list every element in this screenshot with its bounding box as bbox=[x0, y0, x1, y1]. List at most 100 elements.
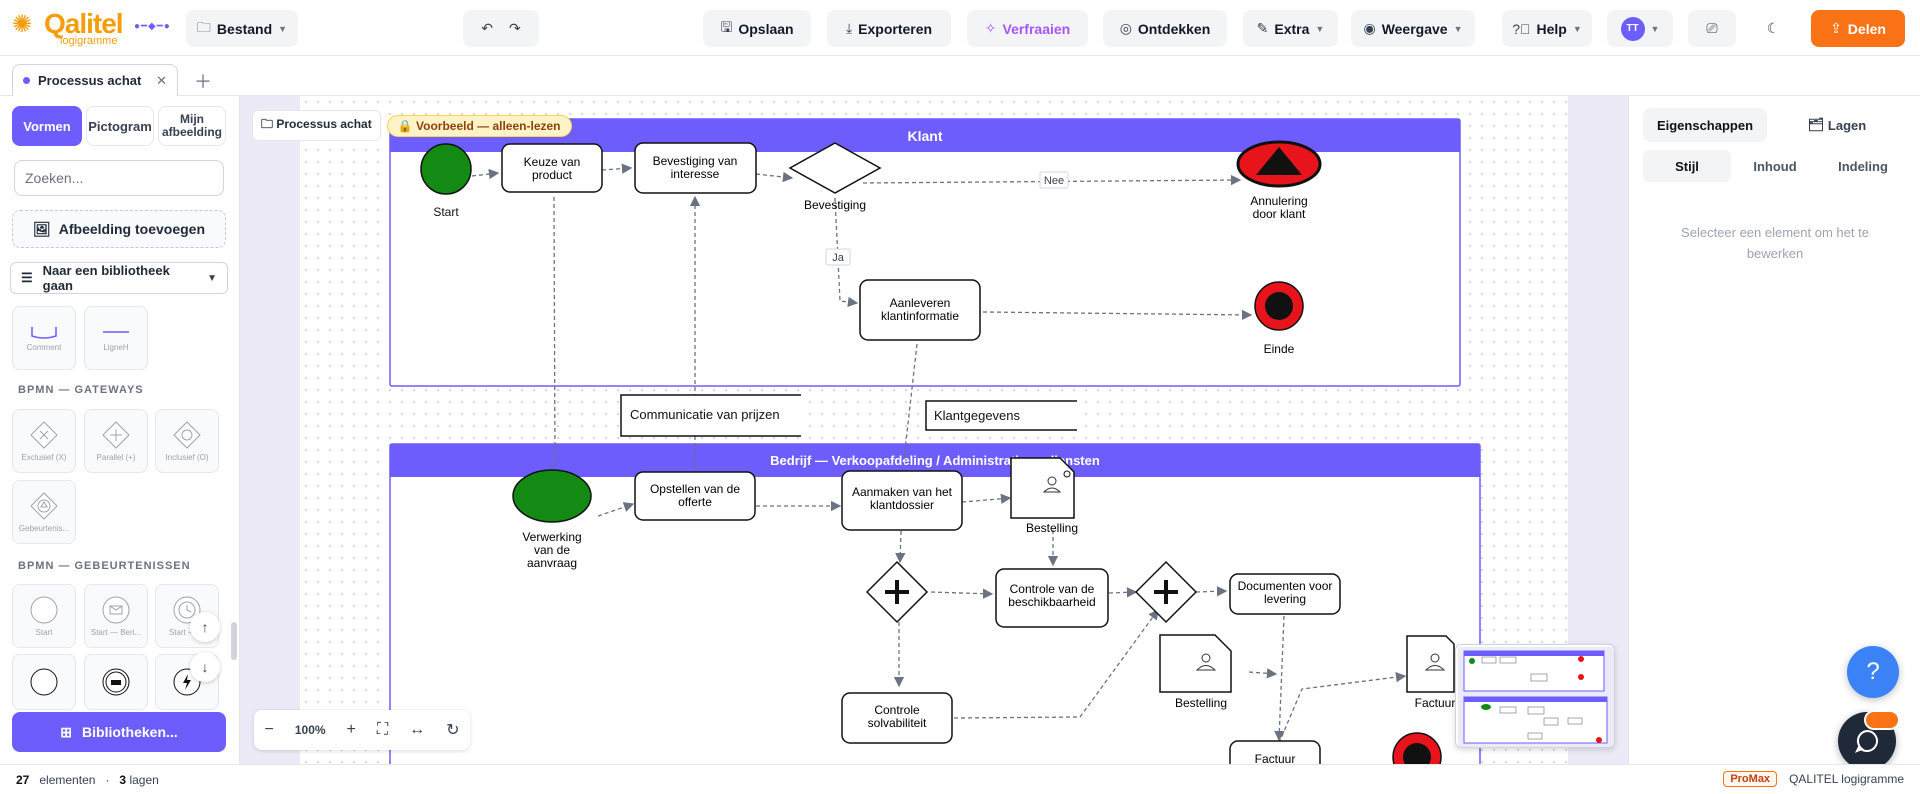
task-prepare-quote[interactable]: Opstellen van de offerte bbox=[634, 471, 756, 521]
help-button[interactable]: ? bbox=[1847, 646, 1899, 698]
tab-my-image[interactable]: Mijn afbeelding bbox=[158, 106, 226, 146]
export-button[interactable]: ⤓ Exporteren bbox=[827, 10, 951, 47]
subtab-layout[interactable]: Indeling bbox=[1819, 150, 1907, 182]
arrow-up-icon: ↑ bbox=[201, 619, 209, 635]
search-input[interactable] bbox=[14, 160, 224, 196]
file-menu-button[interactable]: 🗀 Bestand ▼ bbox=[186, 10, 298, 47]
minimap[interactable] bbox=[1455, 644, 1615, 748]
flow-label-yes-text: Ja bbox=[832, 252, 845, 264]
libraries-button[interactable]: ⊞ Bibliotheken... bbox=[12, 712, 226, 752]
share-button[interactable]: ⇪ Delen bbox=[1811, 10, 1905, 47]
task-label: Controle bbox=[874, 703, 920, 717]
task-delivery-documents[interactable]: Documenten voor levering bbox=[1229, 573, 1341, 615]
fit-screen-icon[interactable]: ⛶ bbox=[377, 721, 388, 739]
shape-event-start-message[interactable]: Start — Beri... bbox=[84, 584, 148, 648]
tab-pictogram[interactable]: Pictogram bbox=[86, 106, 154, 146]
shape-label: Parallel (+) bbox=[96, 453, 136, 462]
shape-event-message[interactable] bbox=[84, 654, 148, 710]
document-invoice[interactable]: Factuur bbox=[1406, 635, 1455, 710]
undo-icon[interactable]: ↶ bbox=[481, 20, 493, 37]
reset-view-icon[interactable]: ↻ bbox=[446, 720, 459, 740]
question-icon: ?⃝ bbox=[1512, 20, 1531, 37]
help-menu-button[interactable]: ?⃝ Help ▼ bbox=[1502, 10, 1592, 47]
task-check-solvency[interactable]: Controle solvabiliteit bbox=[841, 692, 953, 744]
save-button[interactable]: 🖫 Opslaan bbox=[703, 10, 811, 47]
document-label: Bestelling bbox=[1026, 521, 1078, 535]
message-prices[interactable]: Communicatie van prijzen bbox=[620, 394, 801, 437]
tab-properties[interactable]: Eigenschappen bbox=[1643, 108, 1767, 142]
shape-label: Start — Beri... bbox=[90, 628, 142, 637]
subtab-style[interactable]: Stijl bbox=[1643, 150, 1731, 182]
flow-label-no: Nee bbox=[1039, 171, 1069, 189]
add-image-label: Afbeelding toevoegen bbox=[58, 221, 205, 237]
layers-label: lagen bbox=[129, 773, 159, 787]
task-choice-of-product[interactable]: Keuze van product bbox=[501, 143, 603, 193]
tab-processus-achat[interactable]: Processus achat ✕ bbox=[12, 64, 178, 96]
view-label: Weergave bbox=[1381, 20, 1448, 37]
subtab-content[interactable]: Inhoud bbox=[1731, 150, 1819, 182]
horizontal-line-icon bbox=[103, 331, 129, 333]
task-confirm-interest[interactable]: Bevestiging van interesse bbox=[634, 142, 757, 194]
inclusive-gateway-icon bbox=[173, 421, 201, 449]
scroll-up-button[interactable]: ↑ bbox=[190, 612, 220, 642]
task-client-information[interactable]: Aanleveren klantinformatie bbox=[859, 279, 981, 341]
app-logo[interactable]: ✺ Qalitel logigramme ●━◆━● bbox=[12, 8, 172, 48]
top-toolbar: ✺ Qalitel logigramme ●━◆━● 🗀 Bestand ▼ ↶… bbox=[0, 0, 1920, 56]
task-label: interesse bbox=[671, 167, 720, 181]
view-menu-button[interactable]: ◉ Weergave ▼ bbox=[1351, 10, 1475, 47]
shape-ligneh[interactable]: LigneH bbox=[84, 306, 148, 370]
panel-resize-handle[interactable] bbox=[231, 622, 237, 660]
message-client-data[interactable]: Klantgegevens bbox=[925, 400, 1077, 431]
diagram-canvas[interactable]: Klant Bedrijf — Verkoopafdeling / Admini… bbox=[240, 96, 1628, 764]
task-label: Bevestiging van bbox=[653, 154, 738, 168]
breadcrumb-process[interactable]: 🗀 Processus achat bbox=[252, 110, 381, 141]
fit-width-icon[interactable]: ↔ bbox=[409, 721, 425, 739]
logo-dots-icon: ●━◆━● bbox=[134, 21, 171, 32]
extra-menu-button[interactable]: ✎ Extra ▼ bbox=[1243, 10, 1338, 47]
shape-gateway-inclusive[interactable]: Inclusief (O) bbox=[155, 409, 219, 473]
shape-gateway-parallel[interactable]: Parallel (+) bbox=[84, 409, 148, 473]
add-image-button[interactable]: 🖼 Afbeelding toevoegen bbox=[12, 210, 226, 248]
question-icon: ? bbox=[1866, 658, 1880, 685]
discover-button[interactable]: ◎ Ontdekken bbox=[1103, 10, 1227, 47]
tab-shapes[interactable]: Vormen bbox=[12, 106, 82, 146]
flow-label-no-text: Nee bbox=[1044, 175, 1064, 187]
shape-event-intermediate[interactable] bbox=[12, 654, 76, 710]
add-tab-icon[interactable]: ＋ bbox=[194, 68, 212, 94]
shape-label: Inclusief (O) bbox=[165, 453, 209, 462]
task-create-client-file[interactable]: Aanmaken van het klantdossier bbox=[841, 470, 963, 531]
zoom-toolbar: − 100% + ⛶ ↔ ↻ bbox=[254, 710, 470, 750]
minimap-preview bbox=[1458, 647, 1614, 747]
event-label: Annulering bbox=[1250, 194, 1307, 208]
beautify-label: Verfraaien bbox=[1002, 20, 1071, 37]
save-label: Opslaan bbox=[738, 20, 794, 37]
scroll-down-button[interactable]: ↓ bbox=[190, 652, 220, 682]
presentation-icon: ⎚ bbox=[1706, 20, 1718, 36]
start-event-label: Start bbox=[433, 205, 459, 219]
shape-gateway-exclusive[interactable]: Exclusief (X) bbox=[12, 409, 76, 473]
redo-icon[interactable]: ↷ bbox=[509, 20, 521, 37]
dark-mode-toggle[interactable]: ☾ bbox=[1749, 10, 1797, 47]
task-label: levering bbox=[1264, 592, 1306, 606]
chevron-down-icon: ▼ bbox=[278, 23, 288, 34]
shape-event-start[interactable]: Start bbox=[12, 584, 76, 648]
tab-layers[interactable]: 🗂 Lagen bbox=[1775, 108, 1899, 142]
present-button[interactable]: ⎚ bbox=[1688, 10, 1736, 47]
task-check-availability[interactable]: Controle van de beschikbaarheid bbox=[995, 568, 1109, 628]
beautify-button[interactable]: ✧ Verfraaien bbox=[967, 10, 1088, 47]
breadcrumb-label: Processus achat bbox=[276, 117, 372, 131]
image-icon: 🖼 bbox=[32, 220, 51, 237]
zoom-level[interactable]: 100% bbox=[295, 723, 326, 737]
shape-gateway-event[interactable]: Gebeurtenis... bbox=[12, 480, 76, 544]
document-tabbar: Processus achat ✕ ＋ bbox=[0, 56, 1920, 96]
layers-icon: 🗂 bbox=[1807, 117, 1825, 132]
shape-comment[interactable]: Comment bbox=[12, 306, 76, 370]
task-invoice[interactable]: Factuur bbox=[1229, 740, 1321, 764]
library-select[interactable]: ☰ Naar een bibliotheek gaan ▼ bbox=[10, 262, 228, 294]
user-menu-button[interactable]: TT ▼ bbox=[1607, 10, 1673, 47]
close-icon[interactable]: ✕ bbox=[156, 73, 167, 89]
zoom-in-icon[interactable]: + bbox=[347, 721, 356, 739]
status-right: ProMax QALITEL logigramme bbox=[1723, 771, 1904, 787]
library-select-label: Naar een bibliotheek gaan bbox=[42, 263, 170, 293]
zoom-out-icon[interactable]: − bbox=[265, 721, 274, 739]
